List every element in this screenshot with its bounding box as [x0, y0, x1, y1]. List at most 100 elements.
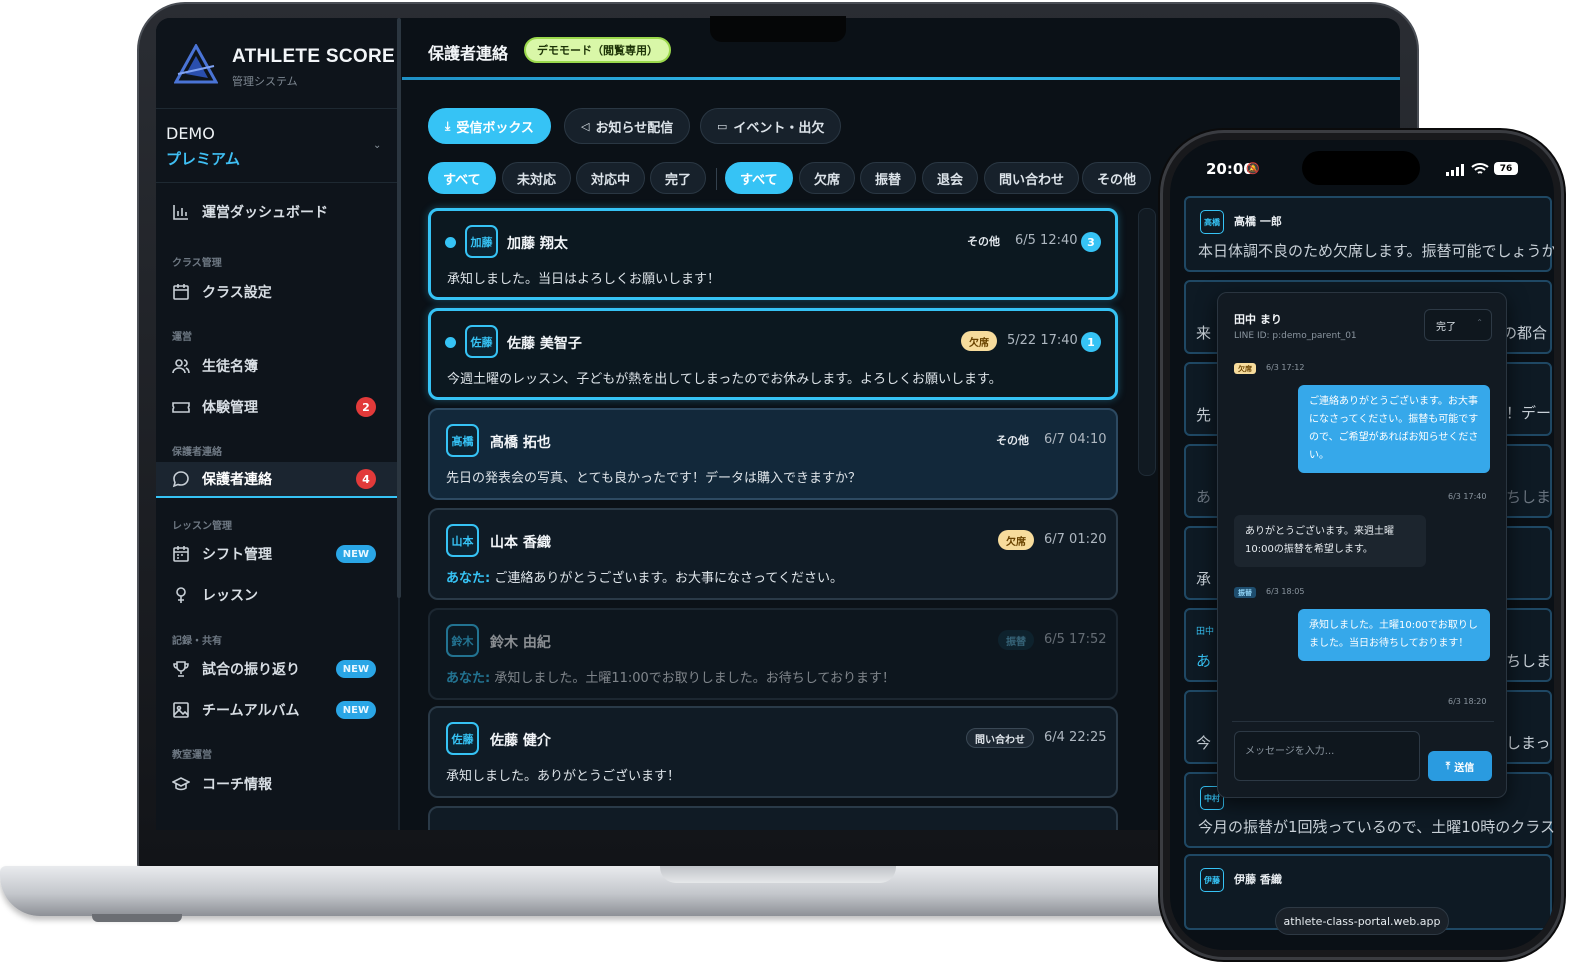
sidebar-item-lesson[interactable]: レッスン [156, 577, 398, 613]
plan-label: プレミアム [166, 150, 240, 168]
sidebar-item-label: シフト管理 [202, 547, 272, 563]
section-label: レッスン管理 [172, 521, 232, 532]
message-input[interactable]: メッセージを入力... [1234, 731, 1420, 781]
message-card[interactable]: 佐藤 佐藤 健介 問い合わせ 6/4 22:25 承知しました。ありがとうござい… [428, 706, 1118, 798]
filter-type-absence[interactable]: 欠席 [799, 162, 856, 194]
sidebar-item-trial[interactable]: 体験管理 2 [156, 389, 398, 425]
sidebar-item-shift[interactable]: シフト管理 NEW [156, 536, 398, 572]
sidebar: ATHLETE SCORE 管理システム DEMO プレミアム ⌄ 運営ダッシュ… [156, 18, 401, 830]
message-text: 先日の発表会の写真、とても良かったです！データは購入できますか？ [446, 471, 861, 486]
laptop-base-groove [660, 866, 896, 883]
header-divider [402, 77, 1400, 80]
chart-icon [173, 205, 188, 220]
reply-prefix: あなた: [446, 571, 491, 586]
message-preview: あなた: 承知しました。土曜11:00でお取りしました。お待ちしております！ [446, 667, 895, 686]
brand-subtitle: 管理システム [232, 75, 298, 88]
category-tag: 振替 [998, 630, 1034, 650]
section-label: 教室運営 [172, 750, 212, 761]
calendar-icon [173, 284, 189, 300]
sender-name: 加藤 翔太 [507, 236, 568, 252]
sidebar-item-coach[interactable]: コーチ情報 [156, 766, 398, 802]
divider [156, 182, 398, 183]
message-card[interactable]: 山本 山本 香織 欠席 6/7 01:20 あなた: ご連絡ありがとうございます… [428, 508, 1118, 600]
avatar: 加藤 [465, 225, 498, 258]
sidebar-item-album[interactable]: チームアルバム NEW [156, 692, 398, 728]
chat-contact-name: 田中 まり [1234, 313, 1282, 326]
chevron-down-icon[interactable]: ⌄ [373, 140, 381, 151]
sidebar-item-review[interactable]: 試合の振り返り NEW [156, 651, 398, 687]
sender-name: 高橋 一郎 [1234, 215, 1282, 228]
avatar: 高橋 [1200, 210, 1224, 234]
message-preview: 承知しました。ありがとうございます！ [446, 765, 680, 784]
message-card[interactable]: 髙橋 髙橋 拓也 その他 6/7 04:10 先日の発表会の写真、とても良かった… [428, 408, 1118, 500]
sidebar-item-label: 体験管理 [202, 400, 258, 416]
filter-type-other[interactable]: その他 [1082, 162, 1152, 194]
timestamp: 6/3 17:12 [1266, 363, 1305, 372]
message-card[interactable]: 加藤 加藤 翔太 その他 6/5 12:40 3 承知しました。当日はよろしくお… [428, 208, 1118, 300]
laptop-base [0, 866, 1210, 916]
calendar-icon [173, 546, 189, 562]
message-card[interactable]: 鈴木 鈴木 由紀 振替 6/5 17:52 あなた: 承知しました。土曜11:0… [428, 608, 1118, 700]
message-preview: 本日体調不良のため欠席します。振替可能でしょうか [1198, 242, 1554, 260]
hidden-text: ちしま [1506, 652, 1552, 670]
filter-divider [716, 168, 717, 190]
unread-count-badge: 3 [1081, 232, 1101, 252]
tab-announcements[interactable]: ◁ お知らせ配信 [564, 108, 691, 144]
users-icon [172, 359, 190, 374]
message-preview: 承知しました。当日はよろしくお願いします！ [447, 268, 720, 287]
hidden-text: あ [1196, 488, 1212, 506]
message-text: 今週土曜のレッスン、子どもが熱を出してしまったのでお休みします。よろしくお願いし… [447, 372, 1002, 387]
list-item[interactable]: 高橋 高橋 一郎 本日体調不良のため欠席します。振替可能でしょうか [1184, 196, 1554, 272]
tab-events[interactable]: ▭ イベント・出欠 [700, 108, 842, 144]
divider [1232, 721, 1494, 722]
tab-label: イベント・出欠 [733, 120, 825, 136]
org-name[interactable]: DEMO [166, 124, 215, 143]
filter-type-all[interactable]: すべて [725, 162, 793, 194]
sender-name: 佐藤 美智子 [507, 336, 582, 352]
category-tag: 問い合わせ [966, 728, 1034, 748]
new-badge: NEW [335, 660, 376, 678]
section-label: 運営 [172, 332, 192, 343]
sidebar-item-label: コーチ情報 [202, 777, 272, 793]
sidebar-item-label: 保護者連絡 [202, 472, 272, 488]
bell-muted-icon: 🔕 [1246, 162, 1260, 175]
avatar: 伊藤 [1200, 868, 1224, 892]
filter-type-inquiry[interactable]: 問い合わせ [984, 162, 1080, 194]
avatar: 佐藤 [446, 722, 479, 755]
category-tag: その他 [967, 235, 1000, 248]
sidebar-scrollbar[interactable] [397, 18, 401, 598]
sidebar-item-class-settings[interactable]: クラス設定 [156, 274, 398, 310]
message-card[interactable] [428, 806, 1118, 830]
message-text: ご連絡ありがとうございます。お大事になさってください。 [490, 571, 843, 586]
sidebar-item-label: 試合の振り返り [202, 662, 300, 678]
hidden-text: 田中 [1196, 627, 1215, 637]
sender-name: 髙橋 拓也 [490, 435, 551, 451]
timestamp: 6/7 04:10 [1044, 432, 1107, 447]
category-tag: 欠席 [998, 530, 1034, 550]
section-label: 記録・共有 [172, 636, 222, 647]
status-select[interactable]: 完了 [1424, 309, 1492, 341]
chat-bubble-outgoing: 承知しました。土曜10:00でお取りしました。当日お待ちしております！ [1298, 609, 1490, 661]
new-badge: NEW [335, 701, 376, 719]
battery-icon: 76 [1494, 162, 1518, 175]
unread-count-badge: 1 [1081, 332, 1101, 352]
url-bar[interactable]: athlete-class-portal.web.app [1275, 907, 1449, 935]
message-card[interactable]: 佐藤 佐藤 美智子 欠席 5/22 17:40 1 今週土曜のレッスン、子どもが… [428, 308, 1118, 400]
filter-type-makeup[interactable]: 振替 [860, 162, 917, 194]
sidebar-item-parent-contact[interactable]: 保護者連絡 4 [156, 462, 398, 498]
laptop-foot [92, 914, 182, 922]
filter-status-all[interactable]: すべて [428, 162, 496, 194]
send-button[interactable]: ⤒ 送信 [1428, 751, 1492, 781]
timestamp: 6/4 22:25 [1044, 730, 1107, 745]
tab-label: お知らせ配信 [595, 120, 674, 136]
sidebar-item-dashboard[interactable]: 運営ダッシュボード [156, 194, 398, 230]
sidebar-item-students[interactable]: 生徒名簿 [156, 348, 398, 384]
filter-status-in-progress[interactable]: 対応中 [576, 162, 646, 194]
sidebar-item-label: レッスン [202, 588, 258, 604]
filter-status-done[interactable]: 完了 [650, 162, 707, 194]
category-tag: 欠席 [1234, 363, 1256, 374]
sender-name: 鈴木 由紀 [490, 635, 551, 651]
filter-status-open[interactable]: 未対応 [502, 162, 572, 194]
filter-type-withdraw[interactable]: 退会 [922, 162, 979, 194]
tab-inbox[interactable]: ⤓ 受信ボックス [428, 108, 551, 144]
